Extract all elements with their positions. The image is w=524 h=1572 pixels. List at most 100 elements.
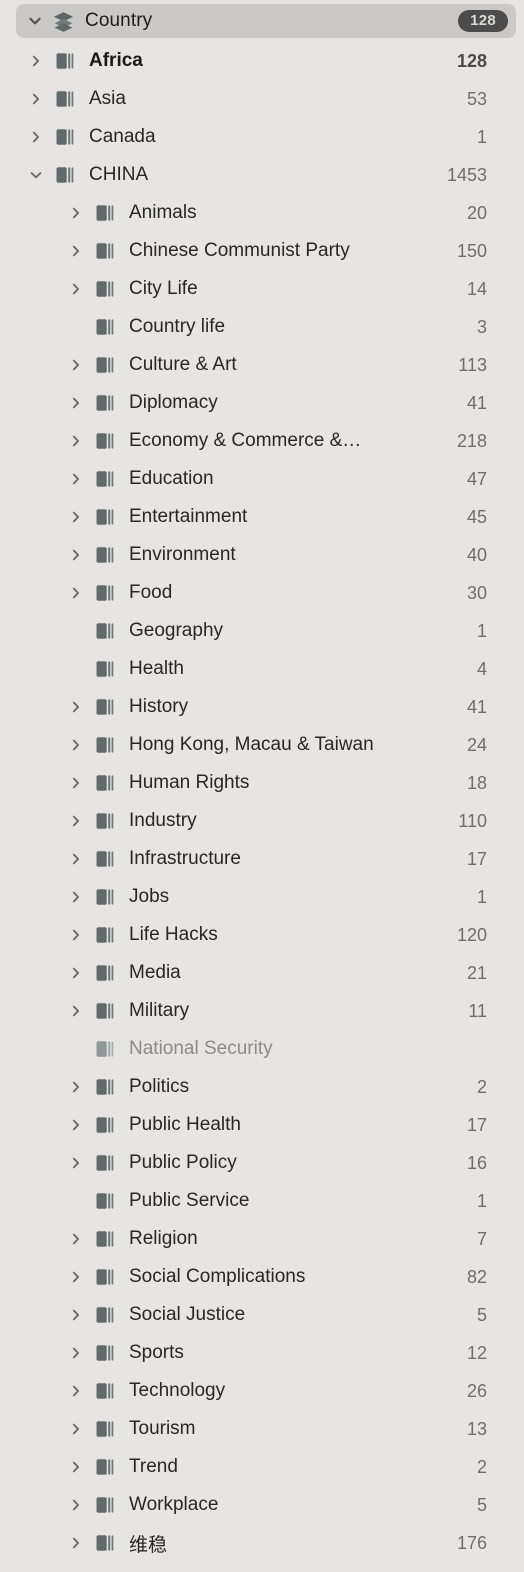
- chevron-right-icon[interactable]: [65, 1106, 87, 1144]
- books-stack-icon: [95, 1524, 119, 1562]
- chevron-down-icon[interactable]: [22, 13, 48, 29]
- chevron-right-icon[interactable]: [65, 1448, 87, 1486]
- tree-row[interactable]: Food 30: [0, 574, 524, 612]
- tree-row[interactable]: Canada 1: [0, 118, 524, 156]
- tree-row[interactable]: Chinese Communist Party 150: [0, 232, 524, 270]
- twisty-placeholder: [65, 1182, 87, 1220]
- chevron-right-icon[interactable]: [65, 1068, 87, 1106]
- tree-row[interactable]: History 41: [0, 688, 524, 726]
- chevron-right-icon[interactable]: [25, 118, 47, 156]
- chevron-right-icon[interactable]: [65, 1372, 87, 1410]
- tree-row-label: Human Rights: [129, 772, 250, 793]
- tree-row-label: Jobs: [129, 886, 170, 907]
- chevron-down-icon[interactable]: [25, 156, 47, 194]
- chevron-right-icon[interactable]: [65, 916, 87, 954]
- tree-row-label: 维稳: [129, 1534, 168, 1556]
- chevron-right-icon[interactable]: [65, 878, 87, 916]
- tree-row[interactable]: Human Rights 18: [0, 764, 524, 802]
- chevron-right-icon[interactable]: [65, 232, 87, 270]
- chevron-right-icon[interactable]: [65, 194, 87, 232]
- tree-row[interactable]: Infrastructure 17: [0, 840, 524, 878]
- tree-row[interactable]: Economy & Commerce &… 218: [0, 422, 524, 460]
- tree-group-header-country[interactable]: Country 128: [16, 4, 516, 38]
- chevron-right-icon[interactable]: [65, 688, 87, 726]
- tree-row[interactable]: National Security: [0, 1030, 524, 1068]
- books-stack-icon: [95, 726, 119, 764]
- tree-row[interactable]: Politics 2: [0, 1068, 524, 1106]
- tree-row-label: Public Policy: [129, 1152, 237, 1173]
- chevron-right-icon[interactable]: [65, 270, 87, 308]
- chevron-right-icon[interactable]: [65, 1410, 87, 1448]
- tree-row[interactable]: Sports 12: [0, 1334, 524, 1372]
- chevron-right-icon[interactable]: [65, 536, 87, 574]
- chevron-right-icon[interactable]: [65, 1296, 87, 1334]
- tree-row[interactable]: Workplace 5: [0, 1486, 524, 1524]
- tree-row[interactable]: Industry 110: [0, 802, 524, 840]
- chevron-right-icon[interactable]: [65, 840, 87, 878]
- tree-row[interactable]: Environment 40: [0, 536, 524, 574]
- tree-row[interactable]: Entertainment 45: [0, 498, 524, 536]
- tree-row[interactable]: Trend 2: [0, 1448, 524, 1486]
- tree-row[interactable]: Animals 20: [0, 194, 524, 232]
- tree-row[interactable]: Social Complications 82: [0, 1258, 524, 1296]
- tree-row-count: 4: [476, 658, 487, 679]
- tree-row[interactable]: Hong Kong, Macau & Taiwan 24: [0, 726, 524, 764]
- tree-row[interactable]: Military 11: [0, 992, 524, 1030]
- tree-row[interactable]: Jobs 1: [0, 878, 524, 916]
- tree-row[interactable]: 维稳 176: [0, 1524, 524, 1562]
- tree-row[interactable]: Technology 26: [0, 1372, 524, 1410]
- tree-row[interactable]: Media 21: [0, 954, 524, 992]
- chevron-right-icon[interactable]: [65, 1220, 87, 1258]
- tree-row[interactable]: Tourism 13: [0, 1410, 524, 1448]
- tree-row[interactable]: Public Service 1: [0, 1182, 524, 1220]
- tree-row[interactable]: Life Hacks 120: [0, 916, 524, 954]
- tree-row[interactable]: Asia 53: [0, 80, 524, 118]
- books-stack-icon: [95, 1334, 119, 1372]
- layers-icon: [50, 10, 76, 33]
- chevron-right-icon[interactable]: [65, 498, 87, 536]
- tree-row[interactable]: Geography 1: [0, 612, 524, 650]
- tree-row-label: Military: [129, 1000, 190, 1021]
- books-stack-icon: [95, 764, 119, 802]
- tree-row[interactable]: Public Health 17: [0, 1106, 524, 1144]
- chevron-right-icon[interactable]: [65, 1486, 87, 1524]
- chevron-right-icon[interactable]: [65, 384, 87, 422]
- tree-row-count: 82: [466, 1266, 487, 1287]
- chevron-right-icon[interactable]: [65, 1524, 87, 1562]
- chevron-right-icon[interactable]: [65, 1144, 87, 1182]
- tree-row-label: Entertainment: [129, 506, 248, 527]
- chevron-right-icon[interactable]: [25, 80, 47, 118]
- tree-row[interactable]: Education 47: [0, 460, 524, 498]
- tree-row[interactable]: Health 4: [0, 650, 524, 688]
- chevron-right-icon[interactable]: [65, 764, 87, 802]
- books-stack-icon: [95, 384, 119, 422]
- chevron-right-icon[interactable]: [65, 460, 87, 498]
- tree-row-count: 2: [476, 1076, 487, 1097]
- tree-row[interactable]: City Life 14: [0, 270, 524, 308]
- chevron-right-icon[interactable]: [65, 802, 87, 840]
- tree-row[interactable]: Country life 3: [0, 308, 524, 346]
- chevron-right-icon[interactable]: [65, 574, 87, 612]
- chevron-right-icon[interactable]: [65, 726, 87, 764]
- tree-row[interactable]: Religion 7: [0, 1220, 524, 1258]
- tree-row-count: 1: [476, 1190, 487, 1211]
- tree-row-label: History: [129, 696, 189, 717]
- tree-row[interactable]: Public Policy 16: [0, 1144, 524, 1182]
- chevron-right-icon[interactable]: [65, 992, 87, 1030]
- chevron-right-icon[interactable]: [65, 346, 87, 384]
- tree-rows: Africa 128 Asia 53 Canada 1 CHINA 1453 Animals 20…: [0, 42, 524, 1562]
- tree-row[interactable]: Social Justice 5: [0, 1296, 524, 1334]
- chevron-right-icon[interactable]: [25, 42, 47, 80]
- books-stack-icon: [95, 878, 119, 916]
- chevron-right-icon[interactable]: [65, 1258, 87, 1296]
- chevron-right-icon[interactable]: [65, 1334, 87, 1372]
- tree-row[interactable]: Africa 128: [0, 42, 524, 80]
- twisty-placeholder: [65, 1030, 87, 1068]
- tree-row[interactable]: Diplomacy 41: [0, 384, 524, 422]
- tree-row[interactable]: CHINA 1453: [0, 156, 524, 194]
- tree-row-count: 41: [466, 392, 487, 413]
- tree-row[interactable]: Culture & Art 113: [0, 346, 524, 384]
- chevron-right-icon[interactable]: [65, 954, 87, 992]
- tree-row-label: Environment: [129, 544, 236, 565]
- chevron-right-icon[interactable]: [65, 422, 87, 460]
